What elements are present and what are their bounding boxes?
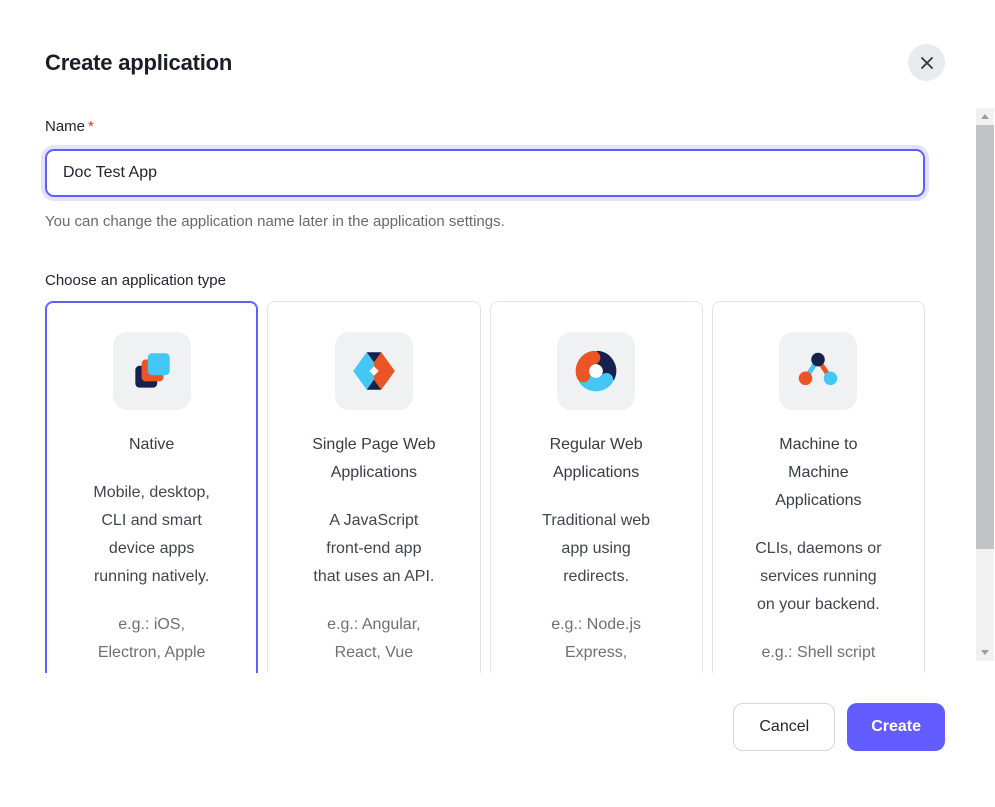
scroll-down-button[interactable]: [976, 644, 994, 661]
cancel-button[interactable]: Cancel: [733, 703, 835, 751]
linked-nodes-icon: [779, 332, 857, 410]
triangle-down-icon: [981, 650, 989, 655]
card-examples: e.g.: Shell script: [723, 639, 914, 667]
scrollable-form-area: Name* You can change the application nam…: [0, 108, 995, 673]
app-type-card-machine-to-machine[interactable]: Machine toMachineApplications CLIs, daem…: [712, 301, 925, 673]
name-label: Name*: [45, 118, 925, 135]
app-type-card-single-page-web[interactable]: Single Page WebApplications A JavaScript…: [267, 301, 480, 673]
required-asterisk: *: [88, 118, 94, 135]
modal-footer: Cancel Create: [0, 673, 995, 751]
card-examples: e.g.: iOS,Electron, Apple: [56, 611, 247, 667]
modal-header: Create application: [0, 0, 995, 81]
application-name-input[interactable]: [45, 149, 925, 197]
scrollbar-track[interactable]: [976, 108, 994, 661]
app-type-card-native[interactable]: Native Mobile, desktop,CLI and smartdevi…: [45, 301, 258, 673]
card-examples: e.g.: Angular,React, Vue: [278, 611, 469, 667]
scrollbar-thumb[interactable]: [976, 125, 994, 549]
card-description: Traditional webapp usingredirects.: [501, 507, 692, 591]
modal-title: Create application: [45, 50, 232, 76]
app-type-card-regular-web[interactable]: Regular WebApplications Traditional weba…: [490, 301, 703, 673]
x-close-icon: [920, 56, 934, 70]
triangle-up-icon: [981, 114, 989, 119]
close-button[interactable]: [908, 44, 945, 81]
card-title: Machine toMachineApplications: [723, 431, 914, 515]
scroll-up-button[interactable]: [976, 108, 994, 125]
create-button[interactable]: Create: [847, 703, 945, 751]
name-label-text: Name: [45, 118, 85, 135]
stacked-squares-icon: [113, 332, 191, 410]
card-title: Single Page WebApplications: [278, 431, 469, 487]
card-examples: e.g.: Node.jsExpress,: [501, 611, 692, 667]
card-title: Native: [56, 431, 247, 459]
card-description: Mobile, desktop,CLI and smartdevice apps…: [56, 479, 247, 591]
segmented-ring-icon: [557, 332, 635, 410]
application-type-grid: Native Mobile, desktop,CLI and smartdevi…: [45, 301, 925, 673]
application-type-label: Choose an application type: [45, 272, 925, 289]
card-description: CLIs, daemons orservices runningon your …: [723, 535, 914, 619]
name-help-text: You can change the application name late…: [45, 213, 925, 230]
form-content: Name* You can change the application nam…: [0, 108, 995, 673]
split-diamond-icon: [335, 332, 413, 410]
card-title: Regular WebApplications: [501, 431, 692, 487]
card-description: A JavaScriptfront-end appthat uses an AP…: [278, 507, 469, 591]
